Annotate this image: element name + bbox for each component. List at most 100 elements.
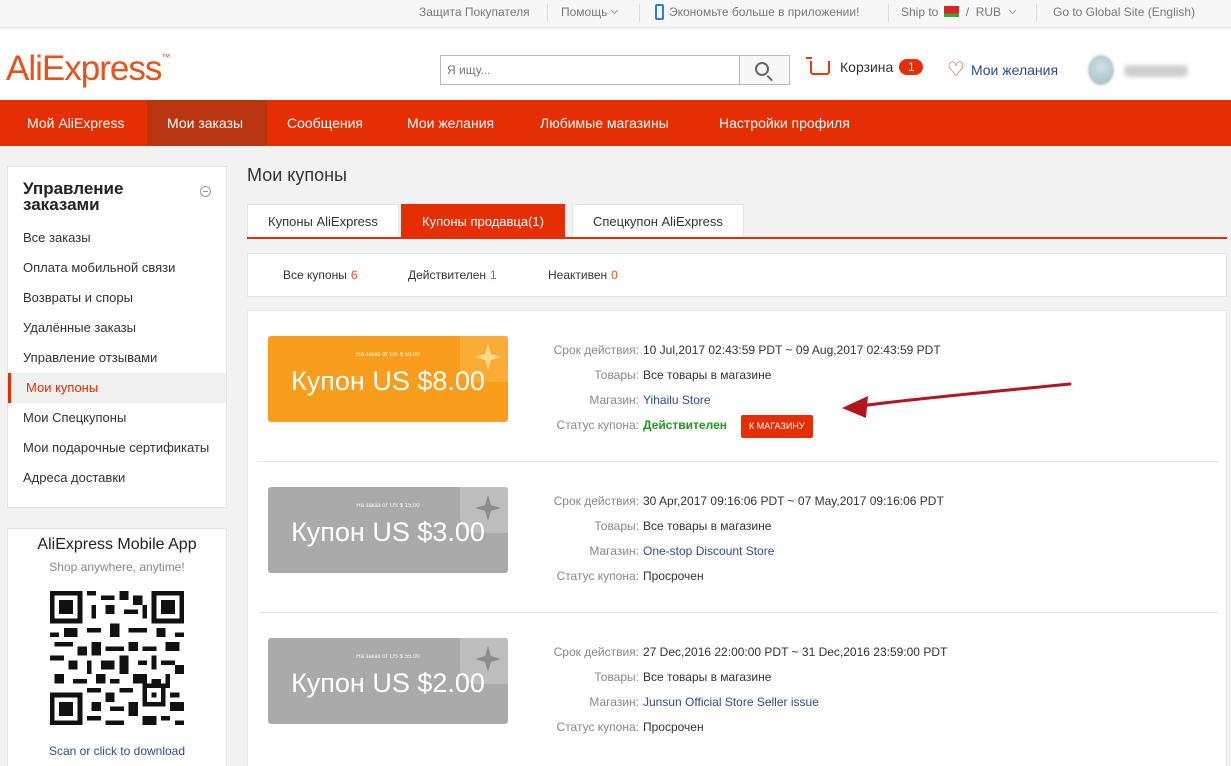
sidebar-item-special-coupons[interactable]: Мои Спецкупоны bbox=[8, 403, 226, 433]
app-promo-link[interactable]: Экономьте больше в приложении! bbox=[655, 0, 859, 28]
app-download-link[interactable]: Scan or click to download bbox=[8, 744, 226, 758]
nav-wishlist[interactable]: Мои желания bbox=[387, 100, 514, 146]
go-to-store-button[interactable]: К МАГАЗИНУ bbox=[741, 415, 813, 438]
coupon-list: На заказ от US $ 59.00 Купон US $8.00 Ср… bbox=[247, 310, 1227, 766]
ship-to-menu[interactable]: Ship to / RUB bbox=[901, 0, 1017, 28]
logo-text: AliExpress bbox=[6, 49, 162, 88]
sidebar-item-gift-cards[interactable]: Мои подарочные сертификаты bbox=[8, 433, 226, 463]
collapse-icon[interactable] bbox=[200, 186, 211, 197]
filter-all-count: 6 bbox=[350, 268, 358, 282]
store-row: Магазин: Junsun Official Store Seller iss… bbox=[518, 690, 1198, 715]
validity-row: Срок действия: 27 Dec,2016 22:00:00 PDT ~… bbox=[518, 640, 1198, 665]
status-row: Статус купона: Просрочен bbox=[518, 564, 1198, 589]
sidebar-item-addresses[interactable]: Адреса доставки bbox=[8, 463, 226, 493]
coupon-card: На заказ от US $ 59.00 Купон US $8.00 bbox=[268, 336, 508, 422]
store-link[interactable]: One-stop Discount Store bbox=[643, 539, 774, 564]
goods-row: Товары: Все товары в магазине bbox=[518, 363, 1198, 388]
store-link[interactable]: Junsun Official Store Seller issue bbox=[643, 690, 819, 715]
currency-separator: / bbox=[965, 5, 970, 19]
main-nav: Мой AliExpress Мои заказы Сообщения Мои … bbox=[0, 100, 1231, 146]
cart-icon bbox=[806, 57, 830, 76]
sidebar-item-deleted-orders[interactable]: Удалённые заказы bbox=[8, 313, 226, 343]
ship-to-label: Ship to bbox=[901, 5, 939, 19]
qr-code-icon[interactable] bbox=[50, 591, 184, 725]
search-icon bbox=[755, 62, 769, 76]
sidebar-item-feedback[interactable]: Управление отзывами bbox=[8, 343, 226, 373]
search-button[interactable] bbox=[739, 56, 789, 84]
chevron-down-icon bbox=[1009, 6, 1017, 15]
goods-value: Все товары в магазине bbox=[643, 519, 772, 533]
validity-label: Срок действия: bbox=[553, 494, 639, 508]
tab-special-coupons[interactable]: Спецкупон AliExpress bbox=[572, 204, 744, 237]
top-bar: Защита Покупателя Помощь Экономьте больш… bbox=[0, 0, 1231, 28]
store-label: Магазин: bbox=[589, 544, 639, 558]
status-value: Действителен bbox=[643, 418, 727, 432]
mobile-app-promo: AliExpress Mobile App Shop anywhere, any… bbox=[7, 528, 227, 766]
validity-label: Срок действия: bbox=[553, 343, 639, 357]
sidebar-item-returns-disputes[interactable]: Возвраты и споры bbox=[8, 283, 226, 313]
tab-aliexpress-coupons[interactable]: Купоны AliExpress bbox=[247, 204, 399, 237]
wishlist-label: Мои желания bbox=[970, 62, 1059, 79]
status-label: Статус купона: bbox=[556, 418, 639, 432]
divider bbox=[547, 4, 548, 22]
divider bbox=[1036, 4, 1037, 22]
chevron-down-icon bbox=[611, 6, 619, 15]
wishlist-link[interactable]: ♡ Мои желания bbox=[947, 59, 1058, 84]
currency-label: RUB bbox=[975, 5, 1002, 19]
order-management-sidebar: Управление заказами Все заказы Оплата мо… bbox=[7, 166, 227, 508]
aliexpress-logo[interactable]: AliExpress™ bbox=[6, 49, 170, 89]
status-row: Статус купона: Действителен К МАГАЗИНУ bbox=[518, 413, 1198, 438]
sidebar-item-all-orders[interactable]: Все заказы bbox=[8, 223, 226, 253]
goods-row: Товары: Все товары в магазине bbox=[518, 665, 1198, 690]
coupon-filters: Все купоны 6 Действителен 1 Неактивен 0 bbox=[247, 253, 1227, 297]
filter-valid-label: Действителен bbox=[408, 268, 487, 282]
filter-valid[interactable]: Действителен 1 bbox=[408, 254, 497, 296]
goods-label: Товары: bbox=[594, 368, 639, 382]
store-link[interactable]: Yihailu Store bbox=[643, 388, 711, 413]
goods-label: Товары: bbox=[594, 670, 639, 684]
goods-label: Товары: bbox=[594, 519, 639, 533]
store-row: Магазин: One-stop Discount Store bbox=[518, 539, 1198, 564]
validity-row: Срок действия: 10 Jul,2017 02:43:59 PDT ~… bbox=[518, 338, 1198, 363]
avatar[interactable] bbox=[1088, 55, 1114, 85]
sidebar-item-my-coupons[interactable]: Мои купоны bbox=[8, 373, 226, 403]
validity-label: Срок действия: bbox=[553, 645, 639, 659]
store-label: Магазин: bbox=[589, 695, 639, 709]
filter-all[interactable]: Все купоны 6 bbox=[283, 254, 358, 296]
nav-messages[interactable]: Сообщения bbox=[267, 100, 383, 146]
help-menu[interactable]: Помощь bbox=[561, 0, 619, 28]
header: AliExpress™ Корзина 1 ♡ Мои желания bbox=[0, 29, 1231, 100]
coupon-min-order: На заказ от US $ 59.00 bbox=[356, 352, 420, 358]
sidebar-item-mobile-payment[interactable]: Оплата мобильной связи bbox=[8, 253, 226, 283]
validity-row: Срок действия: 30 Apr,2017 09:16:06 PDT ~… bbox=[518, 489, 1198, 514]
tab-seller-coupons[interactable]: Купоны продавца(1) bbox=[401, 204, 565, 237]
nav-my-orders[interactable]: Мои заказы bbox=[147, 100, 267, 146]
heart-icon: ♡ bbox=[947, 59, 965, 81]
status-label: Статус купона: bbox=[556, 720, 639, 734]
nav-my-aliexpress[interactable]: Мой AliExpress bbox=[7, 100, 144, 146]
filter-valid-count: 1 bbox=[490, 268, 497, 282]
nav-favorite-stores[interactable]: Любимые магазины bbox=[520, 100, 689, 146]
coupon-min-order: На заказ от US $ 15.00 bbox=[356, 503, 420, 509]
divider bbox=[888, 4, 889, 22]
goods-value: Все товары в магазине bbox=[643, 670, 772, 684]
search-box bbox=[440, 55, 790, 85]
store-row: Магазин: Yihailu Store bbox=[518, 388, 1198, 413]
global-site-link[interactable]: Go to Global Site (English) bbox=[1053, 0, 1195, 28]
status-label: Статус купона: bbox=[556, 569, 639, 583]
filter-inactive[interactable]: Неактивен 0 bbox=[548, 254, 618, 296]
app-promo-label: Экономьте больше в приложении! bbox=[669, 5, 860, 19]
goods-row: Товары: Все товары в магазине bbox=[518, 514, 1198, 539]
divider bbox=[639, 4, 640, 22]
search-input[interactable] bbox=[441, 56, 739, 84]
app-promo-subtitle: Shop anywhere, anytime! bbox=[49, 560, 185, 574]
username-blurred[interactable] bbox=[1124, 65, 1188, 77]
buyer-protection-link[interactable]: Защита Покупателя bbox=[419, 0, 530, 28]
nav-profile-settings[interactable]: Настройки профиля bbox=[699, 100, 870, 146]
coupon-amount: Купон US $3.00 bbox=[291, 517, 485, 547]
validity-value: 10 Jul,2017 02:43:59 PDT ~ 09 Aug,2017 0… bbox=[643, 343, 941, 357]
status-row: Статус купона: Просрочен bbox=[518, 715, 1198, 740]
validity-value: 27 Dec,2016 22:00:00 PDT ~ 31 Dec,2016 2… bbox=[643, 645, 948, 659]
cart-link[interactable]: Корзина 1 bbox=[806, 57, 924, 81]
coupon-row: На заказ от US $ 15.00 Купон US $3.00 Ср… bbox=[258, 462, 1218, 613]
